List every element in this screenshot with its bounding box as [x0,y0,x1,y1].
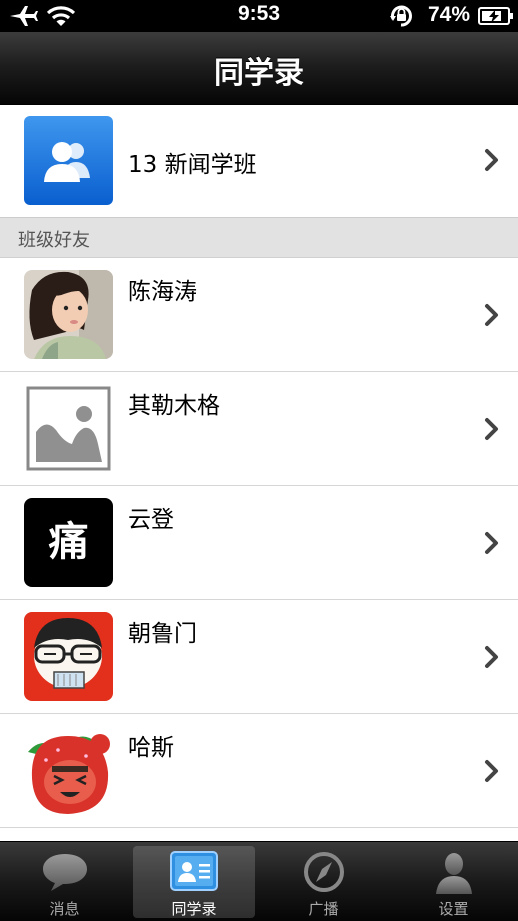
friend-name: 陈海涛 [128,279,197,305]
section-header-label: 班级好友 [18,230,90,251]
friend-name: 朝鲁门 [128,621,197,647]
friend-row[interactable]: 痛 云登 [0,486,518,600]
avatar [24,726,113,815]
friend-row[interactable]: 其勒木格 [0,372,518,486]
rotation-lock-icon [390,5,412,27]
avatar-text: 痛 [48,519,89,565]
battery-icon [478,7,513,25]
status-bar: 9:53 74% [0,0,518,32]
tab-label: 广播 [308,900,339,918]
friend-name: 云登 [128,507,174,533]
avatar: 痛 [24,498,113,587]
chevron-right-icon [485,760,498,782]
page-title: 同学录 [214,56,304,91]
contacts-icon [24,116,113,205]
tab-label: 同学录 [171,900,217,918]
friend-row[interactable]: 陈海涛 [0,258,518,372]
tab-bar: 消息 同学录 广播 设置 [0,841,518,921]
avatar [24,612,113,701]
chevron-right-icon [485,418,498,440]
avatar [24,270,113,359]
chevron-right-icon [485,532,498,554]
tab-messages[interactable]: 消息 [0,842,129,921]
nav-bar: 同学录 [0,32,518,105]
chat-bubble-icon [42,854,87,891]
friend-name: 其勒木格 [128,393,220,419]
compass-icon [303,852,344,892]
chevron-right-icon [485,646,498,668]
class-group-label: 13 新闻学班 [128,152,257,178]
friend-name: 哈斯 [128,735,174,761]
tab-label: 消息 [49,900,80,918]
battery-percent: 74% [428,3,471,26]
contact-card-icon [170,851,218,891]
chevron-right-icon [485,149,498,171]
tab-label: 设置 [438,900,469,918]
section-header: 班级好友 [0,218,518,258]
friend-row[interactable]: 哈斯 [0,714,518,828]
tab-classmates[interactable]: 同学录 [133,846,255,918]
tab-broadcast[interactable]: 广播 [259,842,388,921]
image-placeholder-icon [24,384,113,473]
chevron-right-icon [485,304,498,326]
person-icon [435,853,472,894]
class-group-row[interactable]: 13 新闻学班 [0,105,518,218]
friend-row[interactable]: 朝鲁门 [0,600,518,714]
tab-settings[interactable]: 设置 [389,842,518,921]
